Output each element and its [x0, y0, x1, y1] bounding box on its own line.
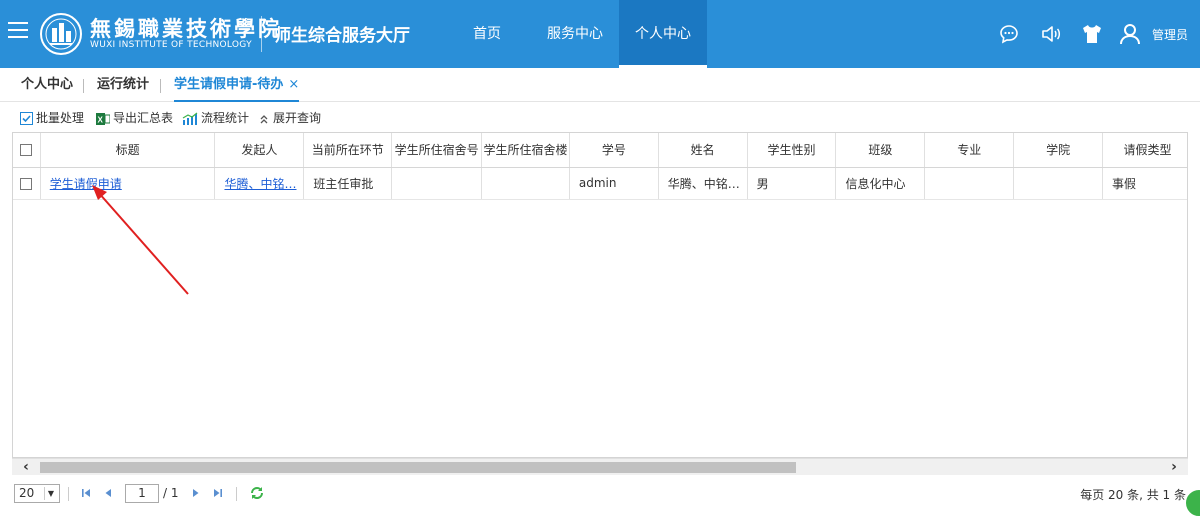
- tab-separator: [83, 79, 84, 93]
- pager-separator: [236, 487, 237, 501]
- batch-process-button[interactable]: 批量处理: [20, 110, 84, 126]
- col-header-dorm-building[interactable]: 学生所住宿舍楼: [481, 133, 570, 168]
- nav-home[interactable]: 首页: [461, 0, 513, 68]
- toolbar: 批量处理 X 导出汇总表 流程统计 展开查询: [12, 104, 1188, 132]
- cell-name: 华腾、中铭…: [658, 167, 748, 200]
- cell-dorm-building: [481, 167, 570, 200]
- data-grid: 标题 发起人 当前所在环节 学生所住宿舍号 学生所住宿舍楼 学号 姓名 学生性别…: [12, 132, 1188, 458]
- system-title: 师生综合服务大厅: [274, 26, 410, 46]
- export-summary-label: 导出汇总表: [113, 111, 174, 125]
- checkbox-checked-icon: [20, 112, 33, 125]
- cell-gender: 男: [747, 167, 837, 200]
- col-header-major[interactable]: 专业: [924, 133, 1015, 168]
- table-row[interactable]: 学生请假申请 华腾、中铭… 班主任审批 admin 华腾、中铭… 男 信息化中心…: [13, 167, 1187, 200]
- col-header-current-step[interactable]: 当前所在环节: [303, 133, 393, 168]
- logo-divider: [261, 16, 262, 52]
- scroll-left-icon[interactable]: ‹: [16, 459, 36, 476]
- logo-english-name: WUXI INSTITUTE OF TECHNOLOGY: [90, 40, 252, 50]
- col-header-college[interactable]: 学院: [1013, 133, 1104, 168]
- svg-text:X: X: [98, 115, 104, 124]
- export-summary-button[interactable]: X 导出汇总表: [96, 110, 173, 126]
- cell-student-id: admin: [569, 167, 659, 200]
- page-size-value: 20: [19, 486, 35, 500]
- top-header: 無錫職業技術學院 WUXI INSTITUTE OF TECHNOLOGY 师生…: [0, 0, 1200, 68]
- tab-student-leave-todo[interactable]: 学生请假申请-待办 ×: [174, 68, 300, 102]
- flow-stats-label: 流程统计: [201, 111, 250, 125]
- cell-initiator: 华腾、中铭…: [214, 167, 305, 200]
- col-header-name[interactable]: 姓名: [658, 133, 748, 168]
- page-size-select[interactable]: 20 ▼: [14, 484, 60, 503]
- double-chevron-up-icon: [260, 114, 268, 123]
- refresh-icon[interactable]: [249, 485, 265, 501]
- nav-personal-center[interactable]: 个人中心: [619, 0, 707, 68]
- shirt-icon[interactable]: [1080, 22, 1104, 46]
- horizontal-scrollbar[interactable]: ‹ ›: [12, 458, 1188, 475]
- tab-run-stats[interactable]: 运行统计: [97, 68, 149, 102]
- pagination-bar: 20 ▼ 1 / 1 每页 20 条, 共 1 条: [12, 481, 1200, 505]
- cell-class: 信息化中心: [835, 167, 926, 200]
- col-header-dorm-room[interactable]: 学生所住宿舍号: [391, 133, 483, 168]
- batch-process-label: 批量处理: [36, 111, 85, 125]
- tab-personal-center[interactable]: 个人中心: [21, 68, 73, 102]
- cell-college: [1013, 167, 1104, 200]
- expand-query-button[interactable]: 展开查询: [258, 110, 321, 126]
- select-all-checkbox[interactable]: [20, 144, 33, 157]
- pager-summary: 每页 20 条, 共 1 条: [1080, 488, 1186, 502]
- col-header-student-id[interactable]: 学号: [569, 133, 659, 168]
- tab-bar: 个人中心 运行统计 学生请假申请-待办 ×: [0, 68, 1200, 102]
- flow-stats-button[interactable]: 流程统计: [182, 110, 249, 126]
- pager-separator: [68, 487, 69, 501]
- school-emblem-icon: [40, 13, 82, 55]
- speaker-icon[interactable]: [1039, 22, 1063, 46]
- nav-service-center[interactable]: 服务中心: [538, 0, 612, 68]
- tab-label: 学生请假申请-待办: [174, 77, 284, 92]
- expand-query-label: 展开查询: [273, 111, 322, 125]
- row-checkbox[interactable]: [20, 177, 33, 190]
- initiator-link[interactable]: 华腾、中铭…: [224, 177, 296, 191]
- user-name[interactable]: 管理员: [1152, 26, 1188, 43]
- cell-leave-type: 事假: [1102, 167, 1187, 200]
- tab-separator: [160, 79, 161, 93]
- select-all-checkbox-cell[interactable]: [13, 133, 41, 168]
- total-pages: / 1: [163, 486, 179, 500]
- cell-dorm-room: [391, 167, 483, 200]
- table-header-row: 标题 发起人 当前所在环节 学生所住宿舍号 学生所住宿舍楼 学号 姓名 学生性别…: [13, 133, 1187, 168]
- cell-title: 学生请假申请: [40, 167, 216, 200]
- user-icon[interactable]: [1118, 22, 1142, 46]
- scrollbar-thumb[interactable]: [40, 462, 796, 473]
- chart-icon: [182, 112, 198, 125]
- tab-close-icon[interactable]: ×: [288, 77, 299, 92]
- logo-chinese-name: 無錫職業技術學院: [90, 16, 282, 41]
- col-header-class[interactable]: 班级: [835, 133, 926, 168]
- cell-current-step: 班主任审批: [303, 167, 393, 200]
- excel-icon: X: [96, 112, 110, 125]
- leave-request-link[interactable]: 学生请假申请: [50, 177, 122, 191]
- col-header-gender[interactable]: 学生性别: [747, 133, 837, 168]
- last-page-icon[interactable]: [211, 486, 225, 500]
- row-checkbox-cell[interactable]: [13, 167, 41, 200]
- cell-major: [924, 167, 1015, 200]
- next-page-icon[interactable]: [188, 486, 202, 500]
- menu-icon[interactable]: [8, 22, 28, 44]
- col-header-initiator[interactable]: 发起人: [214, 133, 305, 168]
- first-page-icon[interactable]: [79, 486, 93, 500]
- leave-table: 标题 发起人 当前所在环节 学生所住宿舍号 学生所住宿舍楼 学号 姓名 学生性别…: [13, 133, 1187, 200]
- col-header-leave-type[interactable]: 请假类型: [1102, 133, 1187, 168]
- chat-icon[interactable]: [997, 22, 1021, 46]
- prev-page-icon[interactable]: [102, 486, 116, 500]
- current-page-input[interactable]: 1: [125, 484, 159, 503]
- chevron-down-icon[interactable]: ▼: [44, 487, 57, 500]
- scroll-right-icon[interactable]: ›: [1164, 459, 1184, 476]
- col-header-title[interactable]: 标题: [40, 133, 216, 168]
